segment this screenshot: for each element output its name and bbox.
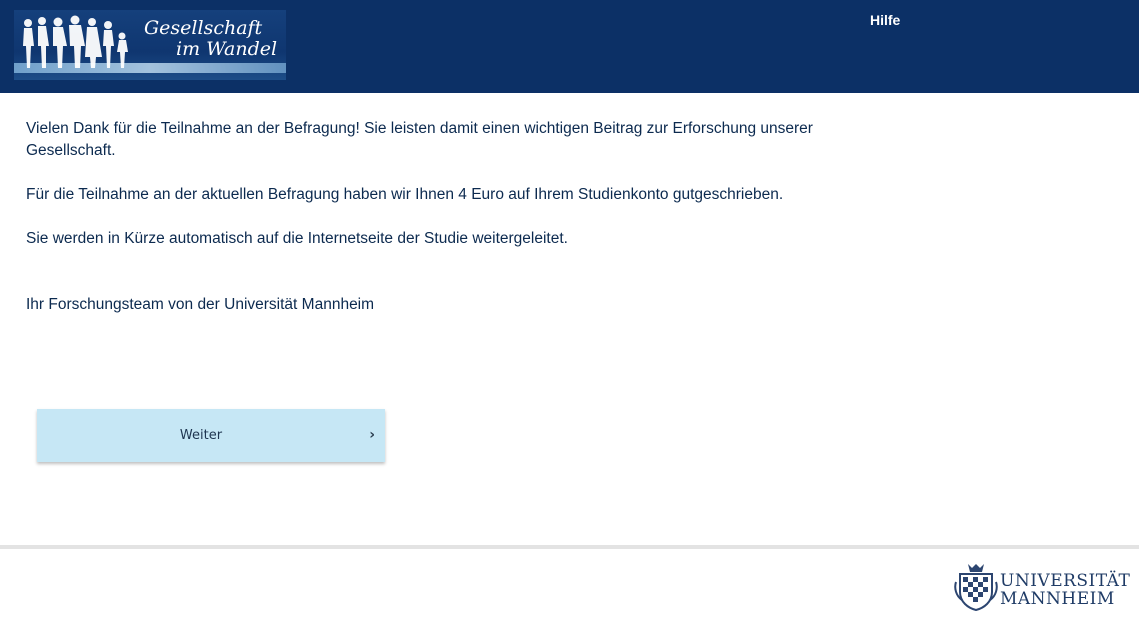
university-crest-icon <box>954 564 998 612</box>
signature-text: Ihr Forschungsteam von der Universität M… <box>26 296 375 313</box>
logo-title-line2: im Wandel <box>176 38 278 60</box>
next-button[interactable]: Weiter › <box>37 409 385 462</box>
university-name-line2: MANNHEIM <box>1000 589 1115 609</box>
site-header: Gesellschaft im Wandel Hilfe <box>0 0 1139 93</box>
university-name: UNIVERSITÄT MANNHEIM <box>1000 572 1130 608</box>
people-silhouettes-icon <box>23 15 128 68</box>
help-link[interactable]: Hilfe <box>870 12 900 28</box>
study-logo: Gesellschaft im Wandel <box>14 10 286 80</box>
redirect-paragraph: Sie werden in Kürze automatisch auf die … <box>26 230 568 247</box>
credit-paragraph: Für die Teilnahme an der aktuellen Befra… <box>26 186 784 203</box>
main-content: Vielen Dank für die Teilnahme an der Bef… <box>26 118 846 316</box>
footer-divider <box>0 545 1139 549</box>
university-logo: UNIVERSITÄT MANNHEIM <box>954 562 1136 614</box>
chevron-right-icon: › <box>369 427 375 443</box>
logo-title-line1: Gesellschaft <box>144 17 263 39</box>
thank-you-paragraph: Vielen Dank für die Teilnahme an der Bef… <box>26 120 813 159</box>
logo-title: Gesellschaft im Wandel <box>144 18 284 60</box>
next-button-label: Weiter <box>179 428 223 443</box>
university-name-line1: UNIVERSITÄT <box>1000 571 1131 591</box>
